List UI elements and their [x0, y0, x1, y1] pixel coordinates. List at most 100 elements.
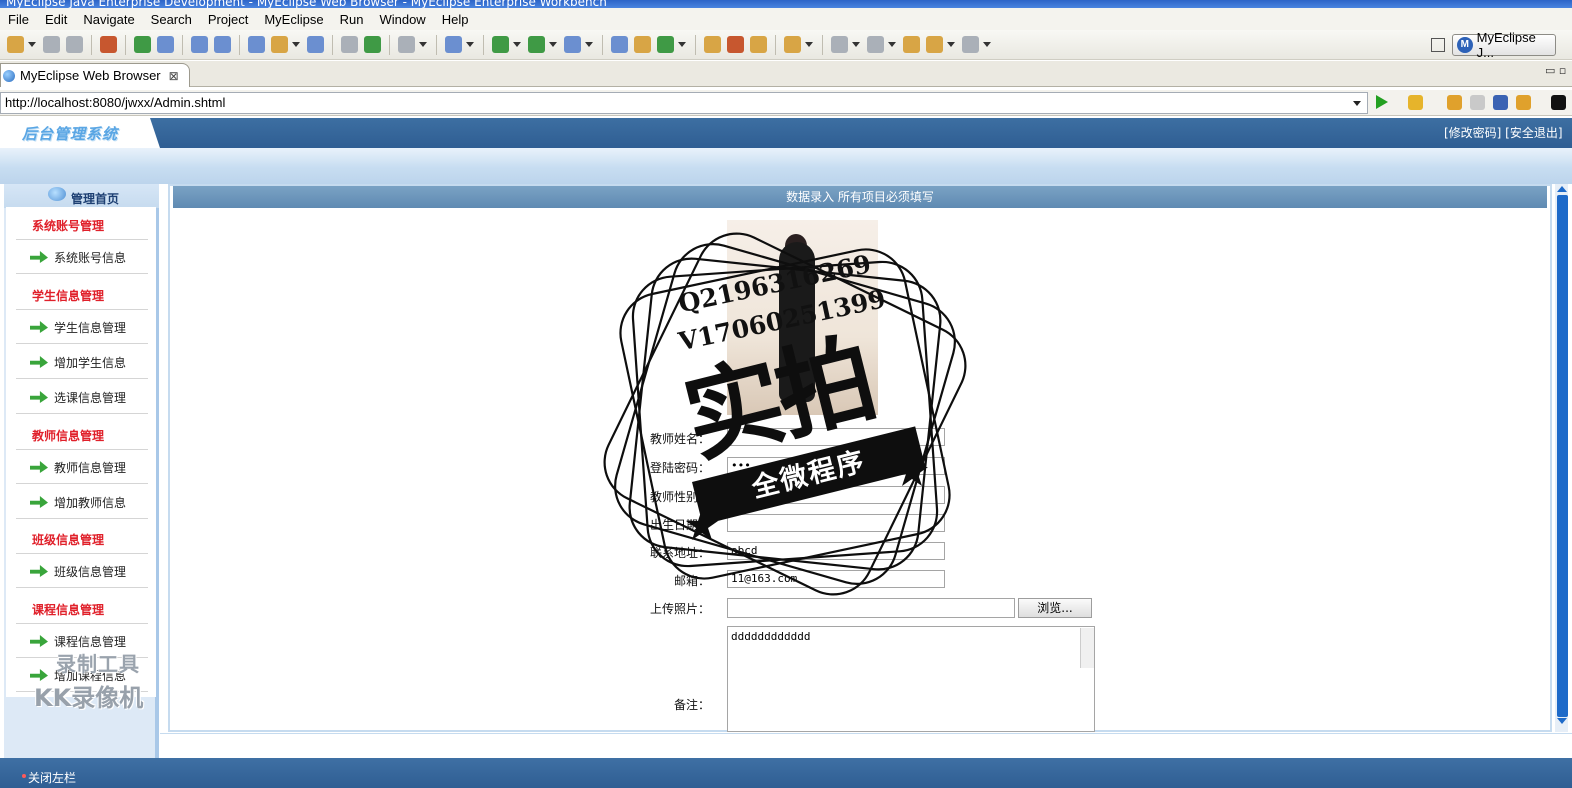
server-icon[interactable]: [214, 36, 231, 53]
next-annotation-dropdown-icon[interactable]: [852, 42, 860, 47]
email-label: 邮箱：: [673, 574, 710, 588]
browser-forward-icon[interactable]: [1470, 95, 1485, 110]
wizard-dropdown-icon[interactable]: [292, 42, 300, 47]
menu-edit[interactable]: Edit: [37, 12, 75, 27]
close-sidebar-link[interactable]: 关闭左栏: [28, 769, 76, 786]
search-folder-icon[interactable]: [784, 36, 801, 53]
menu-window[interactable]: Window: [371, 12, 433, 27]
sidebar-item-class-manage[interactable]: 班级信息管理: [16, 555, 148, 588]
deploy-icon[interactable]: [191, 36, 208, 53]
open-folder-icon[interactable]: [341, 36, 358, 53]
open-resource-icon[interactable]: [704, 36, 721, 53]
menu-help[interactable]: Help: [434, 12, 477, 27]
globe-icon[interactable]: [307, 36, 324, 53]
menu-search[interactable]: Search: [143, 12, 200, 27]
external-tools-icon[interactable]: [564, 36, 581, 53]
toolbar-separator: [436, 34, 437, 55]
sidebar-item-student-manage[interactable]: 学生信息管理: [16, 311, 148, 344]
web-project-icon[interactable]: [248, 36, 265, 53]
sidebar-category-course[interactable]: 课程信息管理: [32, 601, 104, 618]
open-task-icon[interactable]: [634, 36, 651, 53]
prev-annotation-dropdown-icon[interactable]: [888, 42, 896, 47]
external-tools-dropdown-icon[interactable]: [585, 42, 593, 47]
run-icon[interactable]: [528, 36, 545, 53]
forward-icon[interactable]: [962, 36, 979, 53]
menu-file[interactable]: File: [0, 12, 37, 27]
address-input[interactable]: abcd: [727, 542, 945, 560]
browse-button[interactable]: 浏览...: [1018, 598, 1092, 618]
remark-scrollbar[interactable]: [1080, 628, 1094, 668]
debug-icon[interactable]: [492, 36, 509, 53]
menu-project[interactable]: Project: [200, 12, 256, 27]
header-links[interactable]: [修改密码] [安全退出]: [1444, 124, 1563, 141]
view-controls[interactable]: ▭ ▫: [1545, 64, 1566, 77]
url-input[interactable]: http://localhost:8080/jwxx/Admin.shtml: [0, 92, 1368, 114]
app-footer: [0, 758, 1572, 788]
main-scroll-thumb[interactable]: [1557, 195, 1568, 717]
scroll-up-icon[interactable]: [1557, 186, 1567, 192]
open-type-icon[interactable]: [611, 36, 628, 53]
sidebar-item-teacher-manage[interactable]: 教师信息管理: [16, 451, 148, 484]
menu-myeclipse[interactable]: MyEclipse: [256, 12, 331, 27]
last-edit-icon[interactable]: [903, 36, 920, 53]
next-annotation-icon[interactable]: [831, 36, 848, 53]
run-dropdown-icon[interactable]: [549, 42, 557, 47]
database-icon[interactable]: [157, 36, 174, 53]
sync-icon[interactable]: [657, 36, 674, 53]
back-dropdown-icon[interactable]: [947, 42, 955, 47]
sidebar-category-teacher[interactable]: 教师信息管理: [32, 427, 104, 444]
photo-upload-label: 上传照片：: [649, 602, 710, 616]
new-class-dropdown-icon[interactable]: [466, 42, 474, 47]
green-arrow-icon: [30, 635, 48, 647]
save-icon[interactable]: [43, 36, 60, 53]
new-class-icon[interactable]: [445, 36, 462, 53]
favorites-icon[interactable]: [1408, 95, 1423, 110]
perspective-button[interactable]: M MyEclipse J...: [1452, 30, 1556, 60]
sidebar-item-account-info[interactable]: 系统账号信息: [16, 241, 148, 274]
header-band: [0, 148, 1572, 184]
go-icon[interactable]: [1376, 95, 1388, 109]
sidebar-item-course-select[interactable]: 选课信息管理: [16, 381, 148, 414]
photo-file-input[interactable]: [727, 598, 1015, 618]
new-dropdown-icon[interactable]: [28, 42, 36, 47]
url-history-dropdown-icon[interactable]: [1353, 100, 1361, 106]
prev-annotation-icon[interactable]: [867, 36, 884, 53]
camera-dropdown-icon[interactable]: [419, 42, 427, 47]
sidebar-item-student-add[interactable]: 增加学生信息: [16, 346, 148, 379]
browser-back-icon[interactable]: [1447, 95, 1462, 110]
sidebar-home-link[interactable]: 管理首页: [71, 190, 119, 207]
camera-icon[interactable]: [398, 36, 415, 53]
forward-dropdown-icon[interactable]: [983, 42, 991, 47]
pin-icon[interactable]: [727, 36, 744, 53]
toolbar-separator: [182, 34, 183, 55]
url-text: http://localhost:8080/jwxx/Admin.shtml: [5, 95, 226, 110]
close-icon[interactable]: ⊠: [169, 69, 179, 83]
sidebar-category-account[interactable]: 系统账号管理: [32, 217, 104, 234]
search-dropdown-icon[interactable]: [805, 42, 813, 47]
browser-extra-icon[interactable]: [1551, 95, 1566, 110]
bug-icon[interactable]: [134, 36, 151, 53]
browser-refresh-icon[interactable]: [1516, 95, 1531, 110]
remark-textarea[interactable]: dddddddddddd: [727, 626, 1095, 732]
green-arrow-icon: [30, 391, 48, 403]
scroll-down-icon[interactable]: [1557, 718, 1567, 724]
folder-icon[interactable]: [750, 36, 767, 53]
birth-input[interactable]: [727, 514, 945, 532]
new-icon[interactable]: [7, 36, 24, 53]
open-perspective-icon[interactable]: [1431, 38, 1445, 52]
tab-myeclipse-web-browser[interactable]: MyEclipse Web Browser ⊠: [0, 63, 190, 87]
sidebar-item-teacher-add[interactable]: 增加教师信息: [16, 486, 148, 519]
sync-dropdown-icon[interactable]: [678, 42, 686, 47]
sidebar-category-student[interactable]: 学生信息管理: [32, 287, 104, 304]
refresh-project-icon[interactable]: [364, 36, 381, 53]
package-icon[interactable]: [100, 36, 117, 53]
wizard-icon[interactable]: [271, 36, 288, 53]
email-input[interactable]: 11@163.com: [727, 570, 945, 588]
menu-navigate[interactable]: Navigate: [75, 12, 142, 27]
print-icon[interactable]: [66, 36, 83, 53]
debug-dropdown-icon[interactable]: [513, 42, 521, 47]
sidebar-category-class[interactable]: 班级信息管理: [32, 531, 104, 548]
menu-run[interactable]: Run: [332, 12, 372, 27]
browser-stop-icon[interactable]: [1493, 95, 1508, 110]
back-icon[interactable]: [926, 36, 943, 53]
